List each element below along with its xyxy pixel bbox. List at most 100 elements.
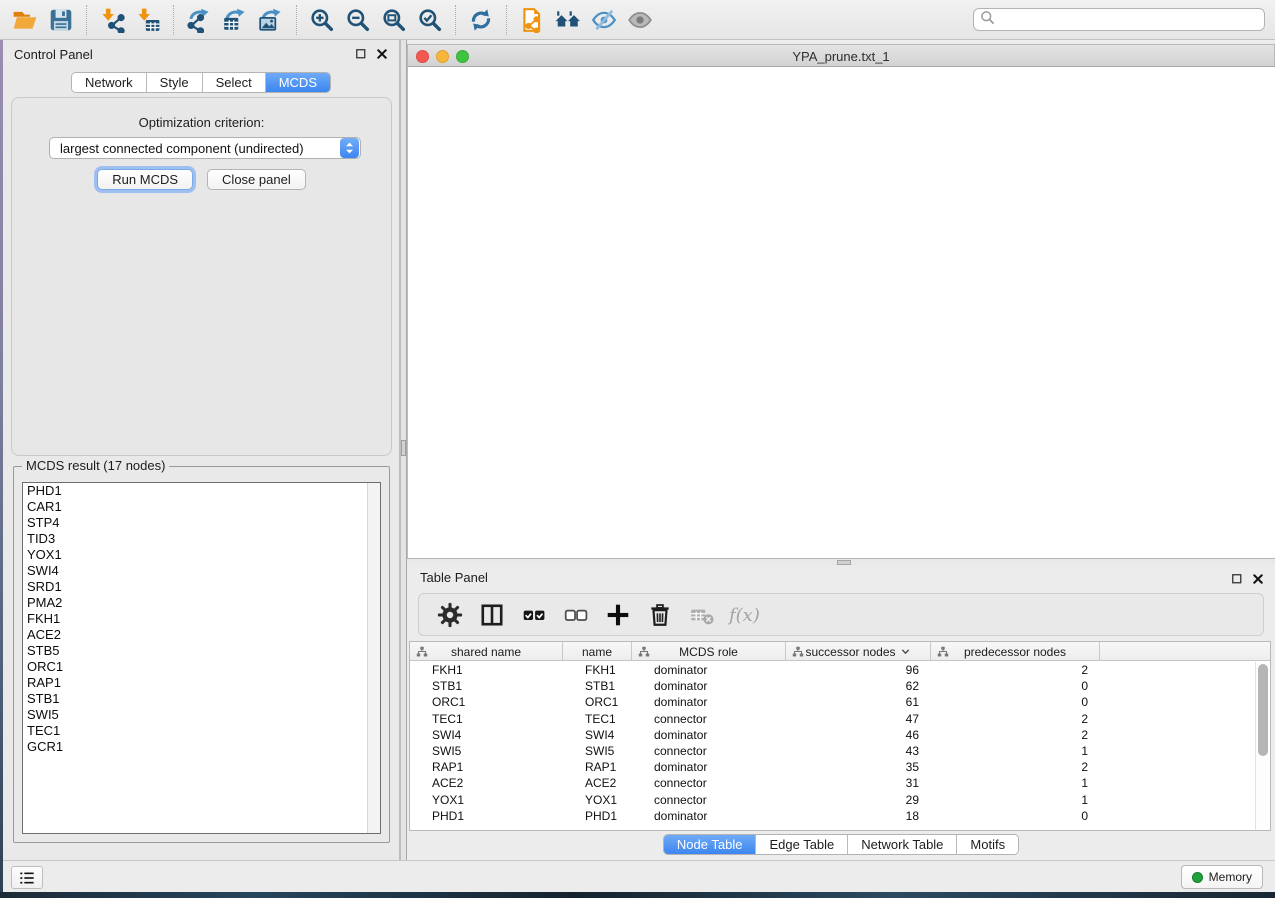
cell-successor-nodes: 46 [786,728,931,742]
cell-predecessor-nodes: 2 [931,760,1100,774]
float-window-icon[interactable] [1229,571,1244,586]
mcds-result-item[interactable]: STB5 [23,643,380,659]
tab-network[interactable]: Network [72,73,147,92]
tab-select[interactable]: Select [203,73,266,92]
zoom-in-icon[interactable] [304,4,340,36]
table-row[interactable]: ORC1ORC1dominator610 [410,694,1270,710]
export-table-icon[interactable] [217,4,253,36]
table-row[interactable]: ACE2ACE2connector311 [410,775,1270,791]
cell-shared-name: PHD1 [410,809,563,823]
mcds-result-item[interactable]: STB1 [23,691,380,707]
table-row[interactable]: RAP1RAP1dominator352 [410,759,1270,775]
mcds-result-item[interactable]: TEC1 [23,723,380,739]
open-session-icon[interactable] [7,4,43,36]
close-icon[interactable] [1250,571,1265,586]
mcds-result-item[interactable]: FKH1 [23,611,380,627]
mcds-result-item[interactable]: CAR1 [23,499,380,515]
tab-node-table[interactable]: Node Table [664,835,757,854]
close-icon[interactable] [374,46,389,61]
control-panel-title: Control Panel [14,47,93,62]
delete-columns-icon[interactable] [641,599,679,631]
table-row[interactable]: SWI4SWI4dominator462 [410,727,1270,743]
attribute-type-icon [416,646,428,661]
optimization-criterion-select[interactable]: largest connected component (undirected) [49,137,361,159]
table-settings-icon[interactable] [431,599,469,631]
import-table-from-file-icon[interactable] [130,4,166,36]
horizontal-splitter[interactable] [407,558,1275,565]
mcds-result-item[interactable]: STP4 [23,515,380,531]
attribute-type-icon [792,646,804,661]
import-network-from-file-icon[interactable] [94,4,130,36]
toolbar-group [173,5,296,35]
scrollbar-thumb[interactable] [1258,664,1268,756]
tab-mcds[interactable]: MCDS [266,73,330,92]
table-scrollbar[interactable] [1255,662,1269,830]
tab-motifs[interactable]: Motifs [957,835,1018,854]
cell-successor-nodes: 35 [786,760,931,774]
column-header-name[interactable]: name [563,642,632,661]
optimization-criterion-value: largest connected component (undirected) [50,141,340,156]
close-panel-button[interactable]: Close panel [207,169,306,190]
cell-successor-nodes: 43 [786,744,931,758]
mcds-result-item[interactable]: YOX1 [23,547,380,563]
cell-shared-name: ORC1 [410,695,563,709]
run-mcds-button[interactable]: Run MCDS [97,169,193,190]
memory-button[interactable]: Memory [1181,865,1263,889]
search-icon [980,10,995,30]
mcds-result-item[interactable]: SWI4 [23,563,380,579]
cell-MCDS-role: connector [632,712,786,726]
export-network-icon[interactable] [181,4,217,36]
cell-predecessor-nodes: 2 [931,728,1100,742]
mcds-list-scrollbar[interactable] [367,483,380,833]
table-row[interactable]: STB1STB1dominator620 [410,678,1270,694]
column-header-successor-nodes[interactable]: successor nodes [786,642,931,661]
zoom-selected-icon[interactable] [412,4,448,36]
float-window-icon[interactable] [353,46,368,61]
table-row[interactable]: SWI5SWI5connector431 [410,743,1270,759]
create-new-column-icon[interactable] [599,599,637,631]
mcds-result-item[interactable]: PMA2 [23,595,380,611]
cell-name: PHD1 [563,809,632,823]
mcds-result-item[interactable]: SWI5 [23,707,380,723]
status-menu-button[interactable] [11,866,43,889]
apply-preferred-layout-icon[interactable] [463,4,499,36]
table-row[interactable]: FKH1FKH1dominator962 [410,662,1270,678]
deselect-all-rows-icon[interactable] [557,599,595,631]
share-network-document-icon[interactable] [514,4,550,36]
table-row[interactable]: YOX1YOX1connector291 [410,792,1270,808]
tab-edge-table[interactable]: Edge Table [756,835,848,854]
zoom-fit-content-icon[interactable] [376,4,412,36]
mcds-result-item[interactable]: PHD1 [23,483,380,499]
vertical-splitter[interactable] [400,40,407,860]
cell-predecessor-nodes: 0 [931,809,1100,823]
export-image-icon[interactable] [253,4,289,36]
cell-shared-name: FKH1 [410,663,563,677]
mcds-result-item[interactable]: SRD1 [23,579,380,595]
tab-style[interactable]: Style [147,73,203,92]
tab-network-table[interactable]: Network Table [848,835,957,854]
mcds-result-item[interactable]: TID3 [23,531,380,547]
column-header-MCDS-role[interactable]: MCDS role [632,642,786,661]
hide-graphics-details-icon[interactable] [586,4,622,36]
select-all-rows-icon[interactable] [515,599,553,631]
mcds-result-item[interactable]: ACE2 [23,627,380,643]
search-input[interactable] [1000,10,1258,29]
table-row[interactable]: TEC1TEC1connector472 [410,711,1270,727]
column-header-predecessor-nodes[interactable]: predecessor nodes [931,642,1100,661]
cell-MCDS-role: dominator [632,760,786,774]
save-session-icon[interactable] [43,4,79,36]
cell-successor-nodes: 18 [786,809,931,823]
toolbar-group [86,5,173,35]
mcds-result-item[interactable]: RAP1 [23,675,380,691]
show-column-panel-icon[interactable] [473,599,511,631]
splitter-grip[interactable] [401,440,406,456]
zoom-out-icon[interactable] [340,4,376,36]
network-view-window: YPA_prune.txt_1 [407,40,1275,558]
show-all-networks-icon[interactable] [550,4,586,36]
show-graphics-details-icon[interactable] [622,4,658,36]
column-header-shared-name[interactable]: shared name [410,642,563,661]
network-canvas[interactable] [407,67,1275,558]
table-row[interactable]: PHD1PHD1dominator180 [410,808,1270,824]
mcds-result-item[interactable]: ORC1 [23,659,380,675]
mcds-result-item[interactable]: GCR1 [23,739,380,755]
